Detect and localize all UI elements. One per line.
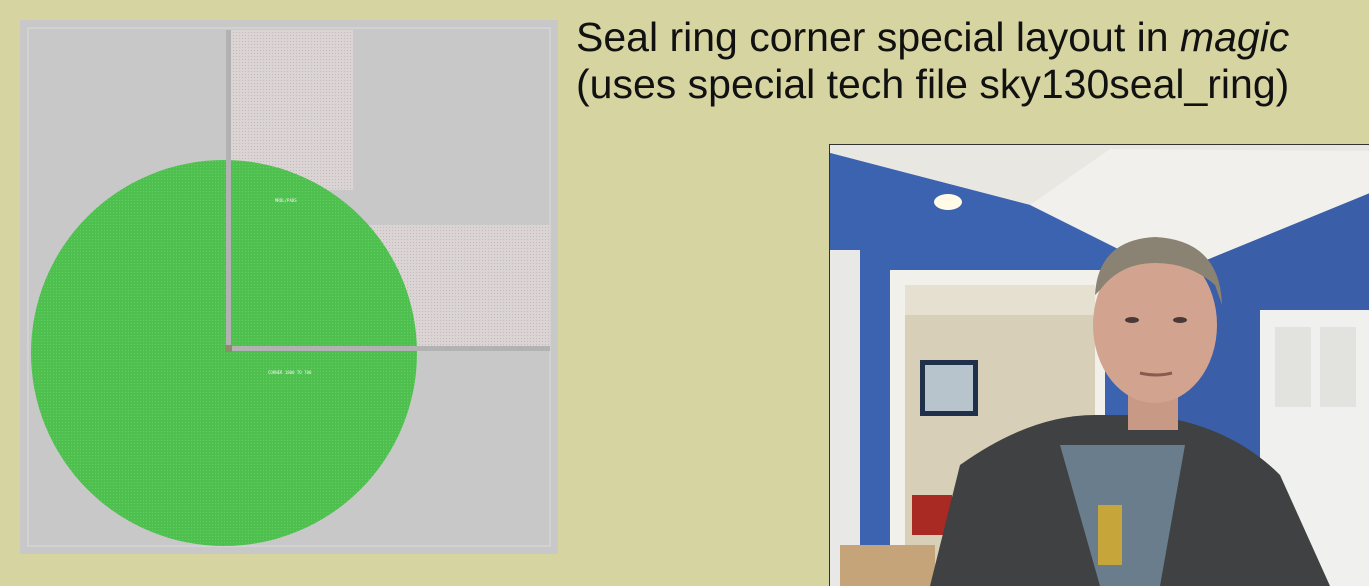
title-line-1: Seal ring corner special layout in magic [576,14,1366,61]
layout-label-lower: CORNER 1800 TO 700 [268,370,312,375]
presenter-webcam [829,144,1369,586]
seal-path-vertical [226,30,231,350]
presenter-video-icon [830,145,1369,586]
seal-path-horizontal [226,346,550,351]
title-line-2: (uses special tech file sky130seal_ring) [576,61,1290,107]
corner-green-circle [31,160,417,546]
layout-viewport[interactable]: MRDL/PADS CORNER 1800 TO 700 [20,20,558,554]
layout-label-upper: MRDL/PADS [275,198,297,203]
title-line-1-emph: magic [1179,14,1290,60]
seal-path-corner [225,345,232,352]
title-line-1-text: Seal ring corner special layout in [576,14,1180,60]
layout-canvas [27,27,551,547]
slide-title: Seal ring corner special layout in magic… [576,14,1366,108]
